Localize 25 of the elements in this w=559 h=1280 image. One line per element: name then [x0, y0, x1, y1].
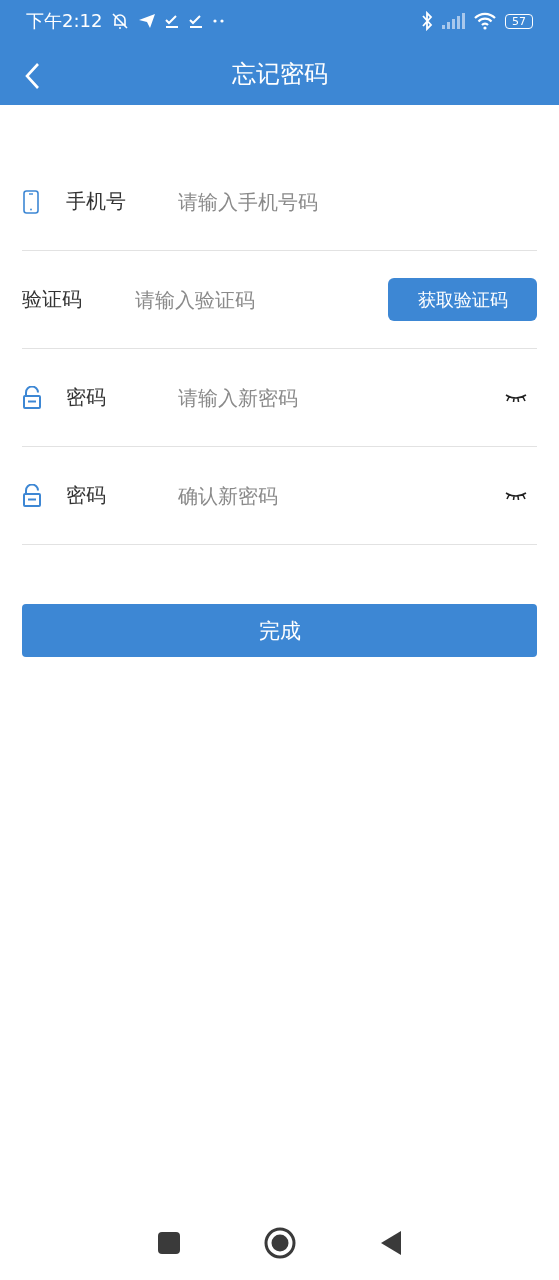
get-code-button[interactable]: 获取验证码 — [388, 278, 537, 321]
field-label: 验证码 — [22, 286, 83, 313]
unlocked-padlock-icon — [22, 385, 42, 410]
submit-button[interactable]: 完成 — [22, 604, 537, 657]
input-field[interactable]: 请输入手机号码 — [176, 188, 537, 215]
send-icon — [138, 12, 157, 30]
field-label: 手机号 — [66, 188, 127, 215]
field-label: 密码 — [66, 384, 107, 411]
unlocked-padlock-icon — [22, 483, 42, 508]
status-time: 下午2:12 — [26, 9, 103, 33]
wifi-icon — [473, 12, 497, 30]
field-label: 密码 — [66, 482, 107, 509]
back-icon[interactable] — [380, 1230, 403, 1256]
battery-level: 57 — [505, 13, 533, 29]
input-field[interactable]: 请输入新密码 — [176, 384, 505, 411]
page-title: 忘记密码 — [231, 58, 328, 90]
bluetooth-icon — [421, 11, 433, 31]
home-icon[interactable] — [264, 1227, 297, 1259]
input-field[interactable]: 请输入验证码 — [133, 286, 388, 313]
signal-icon — [441, 13, 465, 29]
input-field[interactable]: 确认新密码 — [176, 482, 505, 509]
check-icon — [164, 13, 181, 29]
check-icon — [188, 13, 205, 29]
phone-icon — [22, 189, 40, 214]
recents-icon[interactable] — [156, 1231, 181, 1255]
